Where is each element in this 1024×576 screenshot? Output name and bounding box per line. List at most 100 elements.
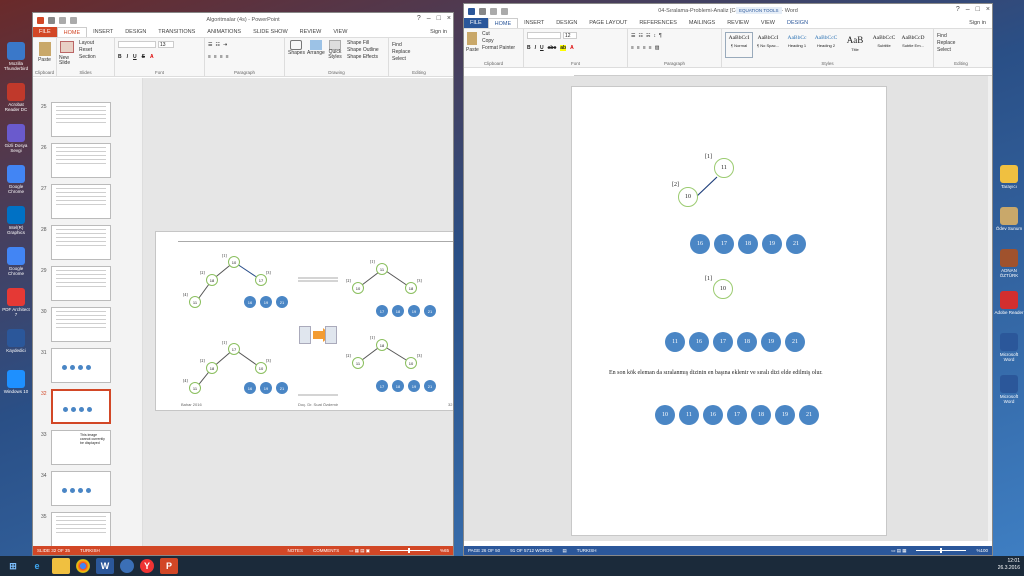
strike-icon[interactable]: abc (548, 45, 557, 51)
shading-icon[interactable]: ▨ (655, 45, 660, 51)
align-left-icon[interactable]: ≡ (631, 45, 634, 51)
undo-icon[interactable] (490, 7, 497, 15)
current-slide[interactable]: 10 18 17 11 [1] [2] [3] [4] 16 19 21 11 10… (155, 231, 453, 411)
tab-home[interactable]: HOME (487, 18, 519, 28)
strike-icon[interactable]: S (142, 54, 145, 60)
style-gallery-item[interactable]: AaBbCcC Heading 2 (812, 32, 840, 58)
desktop-shortcut[interactable]: Tarayıcı (994, 165, 1024, 189)
font-size-combo[interactable]: 12 (563, 32, 577, 39)
desktop-shortcut[interactable]: Intel(R) Graphics (1, 206, 31, 235)
bullets-icon[interactable]: ☰ (631, 33, 635, 39)
tab-review[interactable]: REVIEW (294, 27, 328, 37)
bold-icon[interactable]: B (118, 54, 122, 60)
undo-icon[interactable] (59, 16, 66, 24)
redo-icon[interactable] (70, 16, 77, 24)
body-text[interactable]: En son kök eleman da sıralanmış dizinin … (609, 370, 823, 376)
select-button[interactable]: Select (392, 56, 446, 62)
desktop-shortcut[interactable]: Microsoft Word (994, 375, 1024, 404)
align-right-icon[interactable]: ≡ (220, 54, 223, 60)
font-size-combo[interactable]: 13 (158, 41, 174, 48)
font-name-combo[interactable] (527, 32, 561, 39)
slide-thumbnail[interactable]: 28 (41, 225, 111, 260)
tab-references[interactable]: REFERENCES (633, 18, 683, 28)
desktop-shortcut[interactable]: Adobe Reader (994, 291, 1024, 315)
help-icon[interactable]: ? (956, 6, 960, 13)
desktop-shortcut[interactable]: Mozilla Thunderbird (1, 42, 31, 71)
reset-button[interactable]: Reset (79, 47, 96, 53)
paste-button[interactable]: Paste (36, 57, 53, 63)
word-taskbar-icon[interactable]: W (96, 558, 114, 574)
tab-slide-show[interactable]: SLIDE SHOW (247, 27, 294, 37)
italic-icon[interactable]: I (127, 54, 128, 60)
replace-button[interactable]: Replace (937, 40, 985, 46)
sign-in-link[interactable]: Sign in (963, 18, 992, 28)
slide-thumbnail[interactable]: 26 (41, 143, 111, 178)
tab-equation-design[interactable]: DESIGN (781, 18, 814, 28)
desktop-shortcut[interactable]: Microsoft Word (994, 333, 1024, 362)
desktop-shortcut[interactable]: Windows 10 (1, 370, 31, 394)
desktop-shortcut[interactable]: Gizli Dosya Sevgi (1, 124, 31, 153)
multilevel-icon[interactable]: ☵ (646, 33, 650, 39)
shape-effects-button[interactable]: Shape Effects (347, 54, 379, 60)
section-button[interactable]: Section (79, 54, 96, 60)
tab-transitions[interactable]: TRANSITIONS (152, 27, 201, 37)
paste-button[interactable]: Paste (466, 47, 479, 53)
slide-thumbnail[interactable]: 31 (41, 348, 111, 383)
bullets-icon[interactable]: ☰ (208, 42, 212, 48)
desktop-shortcut[interactable]: ADNAN ÖZTÜRK (994, 249, 1024, 278)
tab-design[interactable]: DESIGN (119, 27, 152, 37)
tab-animations[interactable]: ANIMATIONS (201, 27, 247, 37)
help-icon[interactable]: ? (417, 15, 421, 22)
minimize-icon[interactable]: – (427, 15, 431, 22)
replace-button[interactable]: Replace (392, 49, 446, 55)
style-gallery-item[interactable]: AaBbCcC Subtitle (870, 32, 898, 58)
desktop-shortcut[interactable]: Ödev Sunum (994, 207, 1024, 231)
notes-button[interactable]: NOTES (287, 548, 303, 553)
page-counter[interactable]: PAGE 26 OF 50 (468, 548, 500, 553)
find-button[interactable]: Find (392, 42, 446, 48)
style-gallery-item[interactable]: AaBbCcI ¶ No Spac... (754, 32, 782, 58)
word-vertical-scrollbar[interactable] (988, 76, 992, 541)
tab-review[interactable]: REVIEW (721, 18, 755, 28)
copy-button[interactable]: Copy (482, 38, 515, 44)
align-center-icon[interactable]: ≡ (214, 54, 217, 60)
format-painter-button[interactable]: Format Painter (482, 45, 515, 51)
bold-icon[interactable]: B (527, 45, 531, 51)
view-buttons-icon[interactable]: ▭ ▤ ▦ (891, 548, 906, 554)
select-button[interactable]: Select (937, 47, 985, 53)
zoom-level[interactable]: %65 (440, 548, 453, 553)
font-name-combo[interactable] (118, 41, 156, 48)
cut-button[interactable]: Cut (482, 31, 515, 37)
close-icon[interactable]: × (986, 6, 990, 13)
shape-outline-button[interactable]: Shape Outline (347, 47, 379, 53)
style-gallery-item[interactable]: AaBbCc Heading 1 (783, 32, 811, 58)
minimize-icon[interactable]: – (966, 6, 970, 13)
explorer-icon[interactable] (52, 558, 70, 574)
arrange-button[interactable]: Arrange (307, 50, 325, 56)
find-button[interactable]: Find (937, 33, 985, 39)
ie-icon[interactable]: e (28, 558, 46, 574)
tab-home[interactable]: HOME (56, 27, 88, 37)
indent-icon[interactable]: ⇥ (223, 42, 227, 48)
shapes-button[interactable]: Shapes (288, 50, 305, 56)
desktop-shortcut[interactable]: Google Chrome (1, 247, 31, 276)
close-icon[interactable]: × (447, 15, 451, 22)
language-indicator[interactable]: TURKISH (577, 548, 597, 553)
desktop-shortcut[interactable]: Acrobat Reader DC (1, 83, 31, 112)
align-center-icon[interactable]: ≡ (637, 45, 640, 51)
tab-mailings[interactable]: MAILINGS (683, 18, 721, 28)
quick-styles-button[interactable]: Quick Styles (327, 50, 343, 60)
tab-view[interactable]: VIEW (755, 18, 781, 28)
tab-page-layout[interactable]: PAGE LAYOUT (583, 18, 633, 28)
numbering-icon[interactable]: ☷ (215, 42, 219, 48)
sort-icon[interactable]: ↕ (653, 33, 656, 39)
document-page[interactable]: 11 10 [1] [2] 16 17 18 19 21 10 [1] 11 16 17 18… (571, 86, 887, 536)
tab-insert[interactable]: INSERT (518, 18, 550, 28)
slide-thumbnail[interactable]: 25 (41, 102, 111, 137)
desktop-shortcut[interactable]: PDF Architect 7 (1, 288, 31, 317)
shape-fill-button[interactable]: Shape Fill (347, 40, 379, 46)
slide-thumbnail[interactable]: 35 (41, 512, 111, 547)
sign-in-link[interactable]: Sign in (424, 27, 453, 37)
underline-icon[interactable]: U (133, 54, 137, 60)
tab-file[interactable]: FILE (464, 18, 488, 28)
